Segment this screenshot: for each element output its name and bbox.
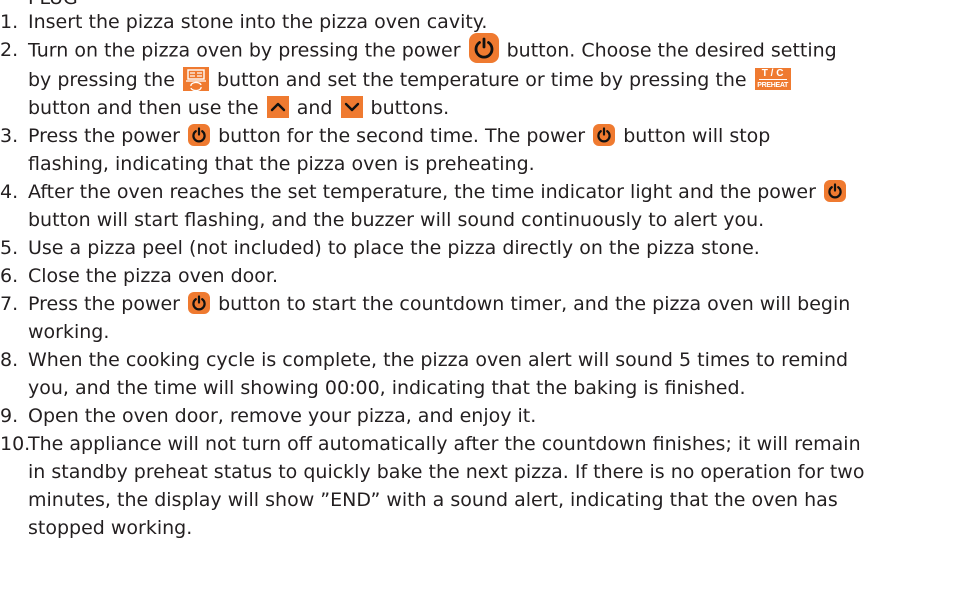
step-line: After the oven reaches the set temperatu… (28, 178, 977, 206)
step-3: 3. Press the power button for the second… (0, 122, 977, 178)
menu-icon (182, 66, 209, 91)
step-2: 2. Turn on the pizza oven by pressing th… (0, 33, 977, 122)
tc-preheat-icon: T / C PREHEAT (754, 67, 791, 90)
step-line: minutes, the display will show ”END” wit… (28, 489, 838, 511)
step-6: 6. Close the pizza oven door. (0, 262, 977, 290)
step-number: 5. (0, 237, 19, 259)
step-number: 1. (0, 11, 19, 33)
step-text: Close the pizza oven door. (28, 265, 279, 287)
power-icon (593, 123, 616, 146)
chevron-up-icon (266, 95, 289, 118)
step-line: by pressing the button and set the tempe… (28, 66, 977, 94)
step-number: 3. (0, 125, 19, 147)
cut-off-previous-line: PLUG (0, 0, 977, 8)
step-text: Turn on the pizza oven by pressing the p… (28, 39, 461, 62)
step-text: Use a pizza peel (not included) to place… (28, 237, 760, 259)
step-text: Press the power (28, 293, 180, 315)
step-9: 9. Open the oven door, remove your pizza… (0, 402, 977, 430)
step-5: 5. Use a pizza peel (not included) to pl… (0, 234, 977, 262)
step-text: After the oven reaches the set temperatu… (28, 181, 816, 203)
step-line: you, and the time will showing 00:00, in… (28, 377, 746, 399)
step-number: 10. (0, 433, 31, 455)
step-line: stopped working. (28, 517, 193, 539)
step-line: Press the power button for the second ti… (28, 122, 977, 150)
step-text: button. Choose the desired setting (506, 39, 837, 62)
step-text: and (296, 97, 333, 119)
step-text: button to start the countdown timer, and… (218, 293, 851, 315)
step-text: Press the power (28, 125, 180, 147)
chevron-down-icon (340, 95, 363, 118)
power-icon (188, 123, 211, 146)
step-number: 6. (0, 265, 19, 287)
step-8: 8. When the cooking cycle is complete, t… (0, 346, 977, 402)
instruction-steps: 1. Insert the pizza stone into the pizza… (0, 8, 977, 542)
step-text: button will stop (623, 125, 771, 147)
step-4: 4. After the oven reaches the set temper… (0, 178, 977, 234)
step-number: 2. (0, 39, 19, 61)
power-icon (188, 291, 211, 314)
step-text: button and then use the (28, 97, 259, 119)
step-line: When the cooking cycle is complete, the … (28, 349, 849, 371)
step-text: button for the second time. The power (218, 125, 586, 147)
power-icon (823, 179, 846, 202)
step-number: 8. (0, 349, 19, 371)
step-text: by pressing the (28, 69, 175, 91)
step-number: 4. (0, 181, 19, 203)
tc-label: T / C (758, 68, 787, 80)
step-line: button will start flashing, and the buzz… (28, 209, 765, 231)
step-7: 7. Press the power button to start the c… (0, 290, 977, 346)
step-number: 7. (0, 293, 19, 315)
step-line: flashing, indicating that the pizza oven… (28, 153, 535, 175)
step-number: 9. (0, 405, 19, 427)
step-text: Insert the pizza stone into the pizza ov… (28, 11, 488, 33)
step-text: button and set the temperature or time b… (216, 69, 747, 91)
cut-off-text: PLUG (28, 0, 78, 8)
step-text: buttons. (370, 97, 450, 119)
step-1: 1. Insert the pizza stone into the pizza… (0, 8, 977, 36)
step-line: in standby preheat status to quickly bak… (28, 461, 865, 483)
step-line: Press the power button to start the coun… (28, 290, 977, 318)
step-line: working. (28, 321, 110, 343)
preheat-label: PREHEAT (757, 81, 789, 89)
power-icon (468, 33, 499, 63)
step-line: The appliance will not turn off automati… (28, 433, 861, 455)
step-10: 10. The appliance will not turn off auto… (0, 430, 977, 542)
step-line: Turn on the pizza oven by pressing the p… (28, 33, 977, 66)
step-line: button and then use the and buttons. (28, 94, 977, 122)
step-text: Open the oven door, remove your pizza, a… (28, 405, 537, 427)
